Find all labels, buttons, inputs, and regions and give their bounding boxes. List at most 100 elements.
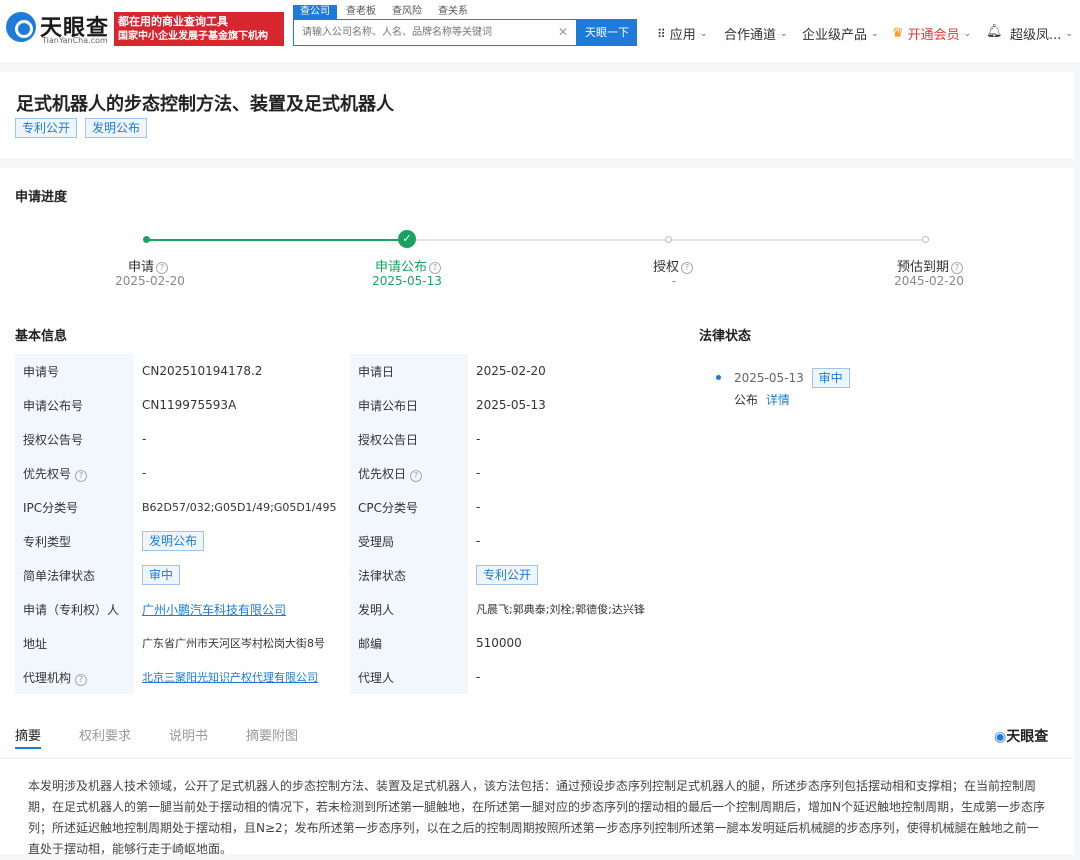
chevron-down-icon: ⌄	[871, 28, 879, 39]
step-grant-date: -	[671, 274, 677, 288]
banner-line-2: 国家中小企业发展子基金旗下机构	[118, 31, 268, 42]
field-label: 申请公布号	[15, 388, 134, 422]
search-tabs: 查公司 查老板 查风险 查关系	[293, 5, 475, 19]
clear-icon[interactable]: ✕	[558, 25, 568, 39]
help-icon[interactable]: ?	[429, 262, 441, 274]
field-label: 代理人	[350, 660, 468, 694]
nav-apps[interactable]: ⠿ 应用 ⌄	[657, 24, 707, 44]
logo-icon	[6, 12, 36, 42]
chevron-down-icon: ⌄	[1065, 28, 1073, 39]
search-tab-company[interactable]: 查公司	[293, 5, 337, 19]
law-status-title: 法律状态	[699, 329, 752, 344]
field-label: CPC分类号	[350, 490, 468, 524]
field-label-cell: 优先权号?	[15, 456, 134, 490]
tab-abstract[interactable]: 摘要	[15, 725, 42, 749]
brand-mark-text: 天眼查	[1006, 729, 1049, 745]
step-grant: 授权?	[613, 256, 733, 275]
applicant-link[interactable]: 广州小鹏汽车科技有限公司	[142, 603, 286, 617]
user-menu[interactable]: 超级凤... ⌄	[1010, 24, 1073, 43]
table-row: 简单法律状态 审中 法律状态 专利公开	[15, 558, 670, 592]
table-row: 代理机构? 北京三聚阳光知识产权代理有限公司 代理人 -	[15, 660, 670, 694]
patent-type-tag: 发明公布	[142, 531, 205, 551]
field-value: CN119975593A	[142, 398, 237, 412]
table-row: 授权公告号 - 授权公告日 -	[15, 422, 670, 456]
nav-cooperation-label: 合作通道	[724, 28, 777, 43]
brand-watermark: ◉天眼查	[994, 726, 1048, 746]
chevron-down-icon: ⌄	[780, 28, 788, 39]
search-tab-relation[interactable]: 查关系	[431, 5, 475, 19]
field-label: 邮编	[350, 626, 468, 660]
field-label: 发明人	[350, 592, 468, 626]
nav-products[interactable]: 企业级产品 ⌄	[802, 24, 879, 43]
field-label: 专利类型	[15, 524, 134, 558]
field-label-cell: 代理机构?	[15, 660, 134, 694]
field-label: 优先权号	[23, 466, 72, 481]
help-icon[interactable]: ?	[75, 469, 88, 482]
field-label: 申请（专利权）人	[15, 592, 134, 626]
basic-info-table: 申请号 CN202510194178.2 申请日 2025-02-20 申请公布…	[15, 354, 670, 694]
field-label: 申请公布日	[350, 388, 468, 422]
chevron-down-icon: ⌄	[963, 28, 972, 39]
bell-icon: 🔔︎	[986, 24, 1003, 39]
field-label: 受理局	[350, 524, 468, 558]
field-value: -	[476, 466, 481, 480]
logo[interactable]: 天眼查 TianYanCha.com	[6, 10, 110, 48]
vip-crown-icon: ♛	[892, 26, 904, 41]
field-value-cell: 发明公布	[134, 524, 350, 558]
search-box: ✕	[293, 19, 577, 46]
title-tags: 专利公开 发明公布	[15, 118, 148, 138]
field-value: 510000	[476, 636, 522, 650]
help-icon[interactable]: ?	[681, 262, 693, 274]
divider	[0, 758, 1074, 759]
field-value: 凡晨飞;郭典泰;刘栓;郭德俊;达兴锋	[476, 603, 645, 616]
step-apply-label: 申请	[127, 260, 154, 275]
law-event: 2025-05-13 审中	[734, 368, 850, 388]
title-card: 足式机器人的步态控制方法、装置及足式机器人 专利公开 发明公布	[0, 72, 1074, 158]
nav-products-label: 企业级产品	[802, 28, 868, 43]
help-icon[interactable]: ?	[75, 673, 88, 686]
field-value: 广东省广州市天河区岑村松岗大街8号	[142, 637, 325, 650]
tab-description[interactable]: 说明书	[169, 725, 208, 749]
progress-title: 申请进度	[15, 190, 68, 205]
legal-status-tag: 专利公开	[476, 565, 539, 585]
step-apply: 申请?	[88, 256, 208, 275]
nav-vip[interactable]: ♛ 开通会员 ⌄	[892, 24, 971, 43]
table-row: 申请号 CN202510194178.2 申请日 2025-02-20	[15, 354, 670, 388]
tab-claims[interactable]: 权利要求	[79, 725, 131, 749]
search-input[interactable]	[300, 20, 550, 45]
step-publish: 申请公布?	[348, 256, 468, 275]
law-detail-link[interactable]: 详情	[766, 393, 790, 407]
search-button[interactable]: 天眼一下	[577, 19, 637, 46]
search-tab-risk[interactable]: 查风险	[385, 5, 429, 19]
step-expire-label: 预估到期	[896, 260, 949, 275]
nav-cooperation[interactable]: 合作通道 ⌄	[724, 24, 788, 43]
law-badge: 审中	[811, 368, 850, 388]
law-date: 2025-05-13	[734, 371, 804, 385]
notification-bell[interactable]: 🔔︎	[986, 24, 1003, 39]
promo-banner[interactable]: 都在用的商业查询工具 国家中小企业发展子基金旗下机构	[114, 12, 284, 46]
field-value: -	[476, 534, 481, 548]
agency-link[interactable]: 北京三聚阳光知识产权代理有限公司	[142, 671, 318, 684]
field-label: 授权公告号	[15, 422, 134, 456]
step-publish-date: 2025-05-13	[372, 274, 442, 288]
help-icon[interactable]: ?	[156, 262, 168, 274]
field-label: 授权公告日	[350, 422, 468, 456]
field-value: 2025-02-20	[476, 364, 546, 378]
table-row: 专利类型 发明公布 受理局 -	[15, 524, 670, 558]
table-row: 地址 广东省广州市天河区岑村松岗大街8号 邮编 510000	[15, 626, 670, 660]
field-label: 申请号	[15, 354, 134, 388]
search-tab-boss[interactable]: 查老板	[339, 5, 383, 19]
help-icon[interactable]: ?	[410, 469, 423, 482]
field-value: CN202510194178.2	[142, 364, 263, 378]
field-value: B62D57/032;G05D1/49;G05D1/495	[142, 500, 337, 514]
step-apply-date: 2025-02-20	[115, 274, 185, 288]
field-value-cell: 专利公开	[468, 558, 670, 592]
field-label: 地址	[15, 626, 134, 660]
table-row: 申请（专利权）人 广州小鹏汽车科技有限公司 发明人 凡晨飞;郭典泰;刘栓;郭德俊…	[15, 592, 670, 626]
help-icon[interactable]: ?	[951, 262, 963, 274]
field-label: 简单法律状态	[15, 558, 134, 592]
law-event-desc: 公布 详情	[734, 391, 790, 408]
field-value: 2025-05-13	[476, 398, 546, 412]
tab-abstract-figure[interactable]: 摘要附图	[246, 725, 298, 749]
banner-line-1: 都在用的商业查询工具	[118, 15, 228, 28]
